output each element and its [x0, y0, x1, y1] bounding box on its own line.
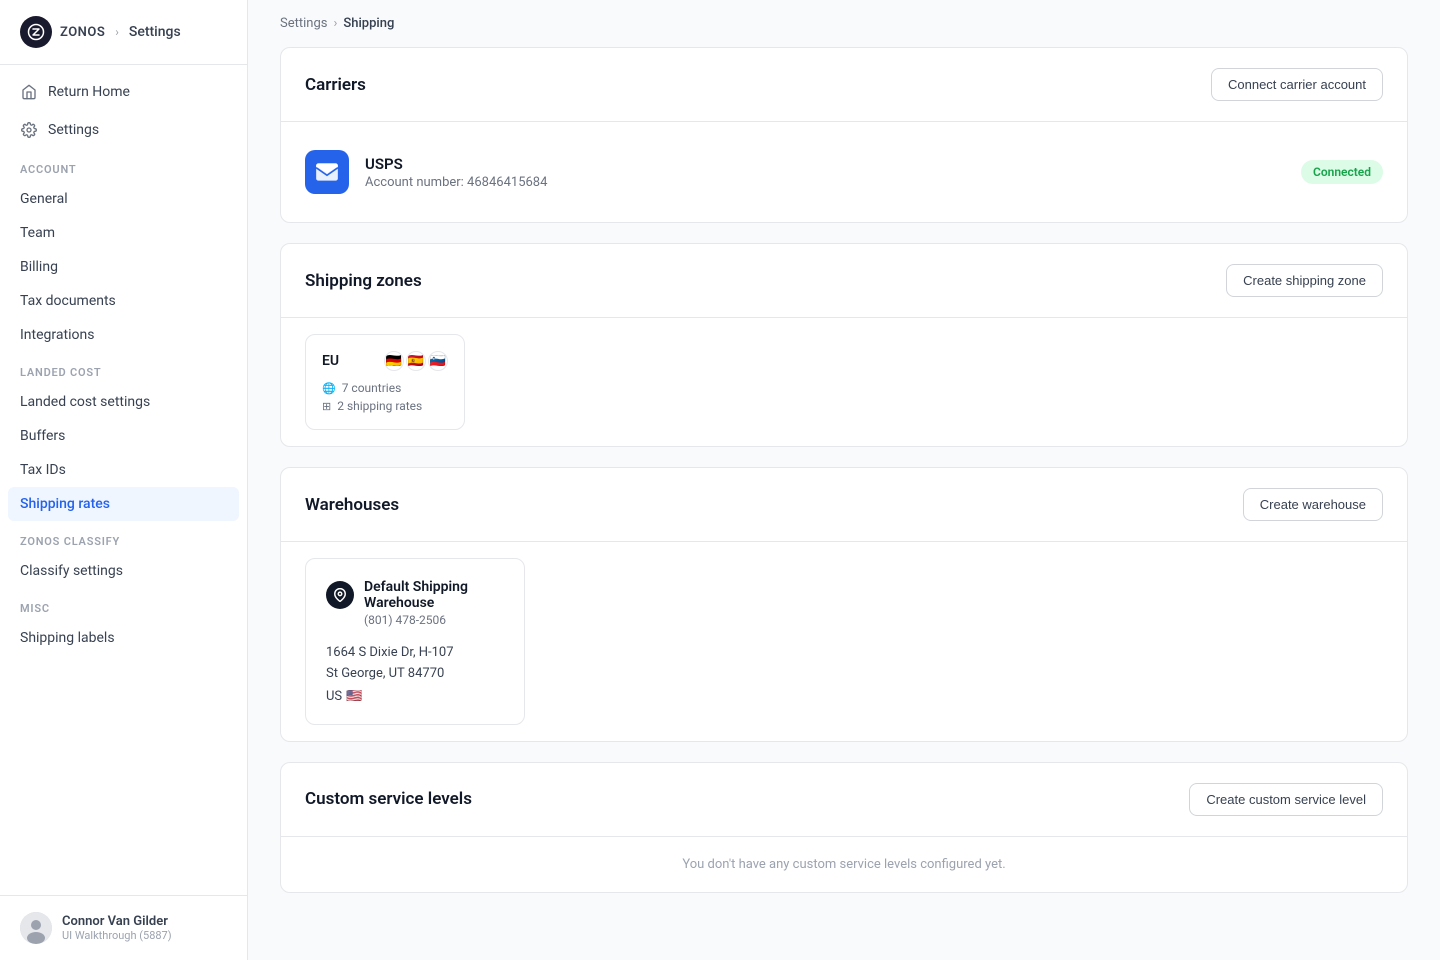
connect-carrier-button[interactable]: Connect carrier account: [1211, 68, 1383, 101]
warehouses-title: Warehouses: [305, 495, 399, 515]
breadcrumb-separator: ›: [333, 16, 337, 31]
zone-meta-eu: 🌐 7 countries ⊞ 2 shipping rates: [322, 381, 448, 413]
flag-spain: 🇪🇸: [406, 351, 426, 371]
sidebar-item-classify-settings[interactable]: Classify settings: [0, 554, 247, 588]
zonos-logo: [20, 16, 52, 48]
carriers-card-header: Carriers Connect carrier account: [281, 48, 1407, 122]
carriers-title: Carriers: [305, 75, 366, 95]
custom-service-levels-card: Custom service levels Create custom serv…: [280, 762, 1408, 893]
zone-countries-label: 7 countries: [342, 381, 402, 395]
warehouse-header: Default Shipping Warehouse (801) 478-250…: [326, 579, 504, 627]
sidebar-item-buffers[interactable]: Buffers: [0, 419, 247, 453]
landed-cost-section-label: LANDED COST: [0, 352, 247, 385]
flag-germany: 🇩🇪: [384, 351, 404, 371]
warehouse-address-line2: St George, UT 84770: [326, 664, 504, 685]
sidebar-item-billing[interactable]: Billing: [0, 250, 247, 284]
warehouse-address: 1664 S Dixie Dr, H-107 St George, UT 847…: [326, 643, 504, 685]
footer-info: Connor Van Gilder UI Walkthrough (5887): [62, 914, 172, 942]
custom-service-levels-header: Custom service levels Create custom serv…: [281, 763, 1407, 837]
custom-service-levels-empty: You don't have any custom service levels…: [281, 837, 1407, 892]
zone-countries: 🌐 7 countries: [322, 381, 448, 395]
header-chevron: ›: [115, 25, 119, 39]
zone-name-eu: EU: [322, 353, 339, 369]
sidebar-item-return-home[interactable]: Return Home: [0, 73, 247, 111]
carriers-card: Carriers Connect carrier account USPS Ac…: [280, 47, 1408, 223]
sidebar-item-tax-documents[interactable]: Tax documents: [0, 284, 247, 318]
zone-header-eu: EU 🇩🇪 🇪🇸 🇸🇮: [322, 351, 448, 371]
sidebar-item-landed-cost-settings[interactable]: Landed cost settings: [0, 385, 247, 419]
breadcrumb-parent[interactable]: Settings: [280, 16, 327, 31]
zone-card-eu[interactable]: EU 🇩🇪 🇪🇸 🇸🇮 🌐 7 countries: [305, 334, 465, 430]
header-page-title: Settings: [129, 24, 181, 40]
classify-section-label: ZONOS CLASSIFY: [0, 521, 247, 554]
main-content: Settings › Shipping Carriers Connect car…: [248, 0, 1440, 960]
footer-user-sub: UI Walkthrough (5887): [62, 929, 172, 942]
warehouse-country-label: US: [326, 689, 342, 704]
sidebar-item-shipping-labels[interactable]: Shipping labels: [0, 621, 247, 655]
carrier-info-usps: USPS Account number: 46846415684: [365, 155, 1285, 190]
us-flag-icon: 🇺🇸: [346, 689, 362, 704]
shipping-zones-title: Shipping zones: [305, 271, 422, 291]
sidebar-item-integrations[interactable]: Integrations: [0, 318, 247, 352]
warehouse-info: Default Shipping Warehouse (801) 478-250…: [364, 579, 504, 627]
carriers-card-body: USPS Account number: 46846415684 Connect…: [281, 122, 1407, 222]
sidebar-navigation: Return Home Settings ACCOUNT General Tea…: [0, 65, 247, 895]
footer-user-name: Connor Van Gilder: [62, 914, 172, 929]
create-warehouse-button[interactable]: Create warehouse: [1243, 488, 1383, 521]
sidebar-item-settings[interactable]: Settings: [0, 111, 247, 149]
content-area: Carriers Connect carrier account USPS Ac…: [248, 39, 1440, 925]
return-home-label: Return Home: [48, 84, 130, 100]
carrier-name: USPS: [365, 155, 1285, 173]
account-section-label: ACCOUNT: [0, 149, 247, 182]
warehouses-card: Warehouses Create warehouse Default Ship…: [280, 467, 1408, 742]
zone-flags-eu: 🇩🇪 🇪🇸 🇸🇮: [384, 351, 448, 371]
settings-label: Settings: [48, 122, 99, 138]
sidebar-footer: Connor Van Gilder UI Walkthrough (5887): [0, 895, 247, 960]
breadcrumb-current: Shipping: [343, 16, 394, 31]
sidebar-item-general[interactable]: General: [0, 182, 247, 216]
sidebar-header: ZONOS › Settings: [0, 0, 247, 65]
warehouses-body: Default Shipping Warehouse (801) 478-250…: [281, 542, 1407, 741]
sidebar: ZONOS › Settings Return Home Settings: [0, 0, 248, 960]
warehouse-address-line1: 1664 S Dixie Dr, H-107: [326, 643, 504, 664]
misc-section-label: MISC: [0, 588, 247, 621]
shipping-zones-card: Shipping zones Create shipping zone EU 🇩…: [280, 243, 1408, 447]
warehouses-header: Warehouses Create warehouse: [281, 468, 1407, 542]
brand-name: ZONOS: [60, 25, 105, 40]
custom-service-levels-title: Custom service levels: [305, 789, 472, 809]
shipping-zones-body: EU 🇩🇪 🇪🇸 🇸🇮 🌐 7 countries: [281, 318, 1407, 446]
warehouse-phone: (801) 478-2506: [364, 613, 504, 627]
create-shipping-zone-button[interactable]: Create shipping zone: [1226, 264, 1383, 297]
sidebar-item-tax-ids[interactable]: Tax IDs: [0, 453, 247, 487]
carrier-account: Account number: 46846415684: [365, 175, 1285, 190]
rates-icon: ⊞: [322, 400, 331, 413]
zone-shipping-rates: ⊞ 2 shipping rates: [322, 399, 448, 413]
warehouse-card-default[interactable]: Default Shipping Warehouse (801) 478-250…: [305, 558, 525, 725]
carrier-row-usps: USPS Account number: 46846415684 Connect…: [305, 138, 1383, 206]
usps-icon: [305, 150, 349, 194]
sidebar-item-team[interactable]: Team: [0, 216, 247, 250]
warehouse-name: Default Shipping Warehouse: [364, 579, 504, 611]
warehouse-country: US 🇺🇸: [326, 689, 504, 704]
globe-icon: 🌐: [322, 382, 336, 395]
breadcrumb: Settings › Shipping: [248, 0, 1440, 39]
shipping-zones-header: Shipping zones Create shipping zone: [281, 244, 1407, 318]
gear-icon: [20, 121, 38, 139]
connected-badge: Connected: [1301, 160, 1383, 184]
flag-slovenia: 🇸🇮: [428, 351, 448, 371]
avatar: [20, 912, 52, 944]
create-custom-service-level-button[interactable]: Create custom service level: [1189, 783, 1383, 816]
zone-rates-label: 2 shipping rates: [337, 399, 422, 413]
sidebar-item-shipping-rates[interactable]: Shipping rates: [8, 487, 239, 521]
warehouse-location-icon: [326, 581, 354, 609]
home-icon: [20, 83, 38, 101]
